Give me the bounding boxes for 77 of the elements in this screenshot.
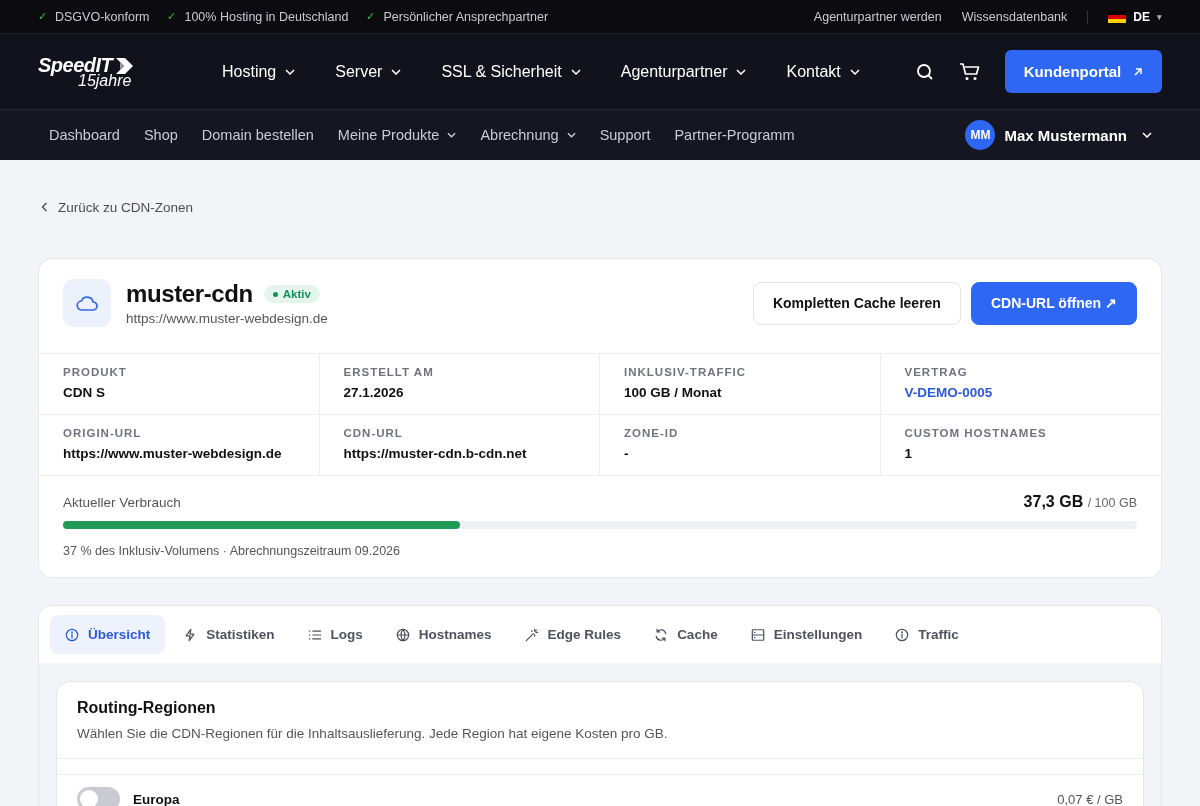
nav-menu-item[interactable]: Server [335,62,402,81]
language-selector[interactable]: DE ▾ [1108,9,1162,24]
search-icon[interactable] [915,61,935,82]
detail-label: CDN-URL [343,427,404,439]
usage-label: Aktueller Verbrauch [63,495,181,510]
trust-badge-text: 100% Hosting in Deutschland [184,9,349,24]
status-badge: Aktiv [263,285,320,303]
globe-icon [395,627,410,642]
tab[interactable]: Logs [292,615,378,654]
cart-icon[interactable] [959,61,981,82]
tab[interactable]: Einstellungen [735,615,878,654]
info-icon [65,627,79,642]
chevron-left-icon [41,202,48,212]
tab[interactable]: Edge Rules [509,615,637,654]
customer-portal-button[interactable]: Kundenportal [1005,50,1162,93]
clear-cache-button[interactable]: Kompletten Cache leeren [752,281,961,325]
detail-label: ORIGIN-URL [63,427,143,439]
tab[interactable]: Traffic [880,615,974,654]
info-icon [895,627,910,642]
cloud-icon [63,279,111,327]
sub-nav-item[interactable]: Dashboard [49,127,120,143]
detail-label: ERSTELLT AM [343,366,435,378]
sub-nav-item[interactable]: Abrechnung [480,127,576,143]
detail-label: INKLUSIV-TRAFFIC [624,366,748,378]
sub-nav-item[interactable]: Shop [143,127,178,143]
refresh-icon [654,627,669,642]
tab[interactable]: Statistiken [168,615,290,654]
detail-label: CUSTOM HOSTNAMES [904,427,1048,439]
detail-value: 100 GB / Monat [624,385,723,400]
nav-menu-item[interactable]: Agenturpartner [620,62,747,81]
tab[interactable]: Cache [639,615,733,654]
detail-label: ZONE-ID [624,427,680,439]
region-price: 0,07 € / GB [1057,791,1123,806]
nav-menu-item[interactable]: Kontakt [786,62,860,81]
check-icon: ✓ [366,10,376,23]
user-menu[interactable]: MM Max Mustermann [965,120,1162,150]
detail-value: 1 [904,446,913,461]
region-name: Europa [133,791,180,806]
usage-amount: 37,3 GB [1023,493,1084,510]
detail-value: CDN S [63,385,106,400]
list-icon [307,627,322,642]
section-description: Wählen Sie die CDN-Regionen für die Inhaltsauslieferung. Jede Region hat eigene Kosten pro GB. [77,726,669,741]
check-icon: ✓ [38,10,47,23]
top-link[interactable]: Agenturpartner werden [813,9,942,24]
usage-total: / 100 GB [1087,496,1137,510]
back-link[interactable]: Zurück zu CDN-Zonen [41,199,194,215]
tab[interactable]: Hostnames [380,615,507,654]
detail-label: PRODUKT [63,366,128,378]
trust-badge-text: Persönlicher Ansprechpartner [383,9,549,24]
open-cdn-url-button[interactable]: CDN-URL öffnen ↗ [970,281,1137,325]
detail-value: - [624,446,630,461]
chevron-down-icon [1142,132,1152,138]
top-link[interactable]: Wissensdatenbank [961,9,1068,24]
sub-nav-item[interactable]: Support [599,127,651,143]
region-toggle[interactable] [77,787,120,806]
chevron-logo-icon [114,57,135,74]
flag-icon [1108,10,1127,23]
sub-nav-item[interactable]: Meine Produkte [337,127,457,143]
detail-label: VERTRAG [904,366,969,378]
server-icon [750,627,765,642]
section-title: Routing-Regionen [77,699,217,717]
sub-nav-item[interactable]: Domain bestellen [201,127,314,143]
usage-note: 37 % des Inklusiv-Volumens · Abrechnungszeitraum 09.2026 [63,544,400,558]
detail-value: 27.1.2026 [343,385,405,400]
contract-link[interactable]: V-DEMO-0005 [904,385,1137,400]
nav-menu-item[interactable]: SSL & Sicherheit [441,62,581,81]
external-link-icon [1133,66,1144,77]
check-icon: ✓ [167,10,177,23]
nav-menu-item[interactable]: Hosting [222,62,296,81]
zone-title: muster-cdn [126,280,253,308]
magic-wand-icon [524,627,539,642]
detail-value: https://muster-cdn.b-cdn.net [343,446,528,461]
detail-value: https://www.muster-webdesign.de [63,446,283,461]
tab[interactable]: Übersicht [50,615,166,654]
origin-url: https://www.muster-webdesign.de [126,311,328,326]
trust-badge-text: DSGVO-konform [55,9,150,24]
sub-nav-item[interactable]: Partner-Programm [674,127,795,143]
